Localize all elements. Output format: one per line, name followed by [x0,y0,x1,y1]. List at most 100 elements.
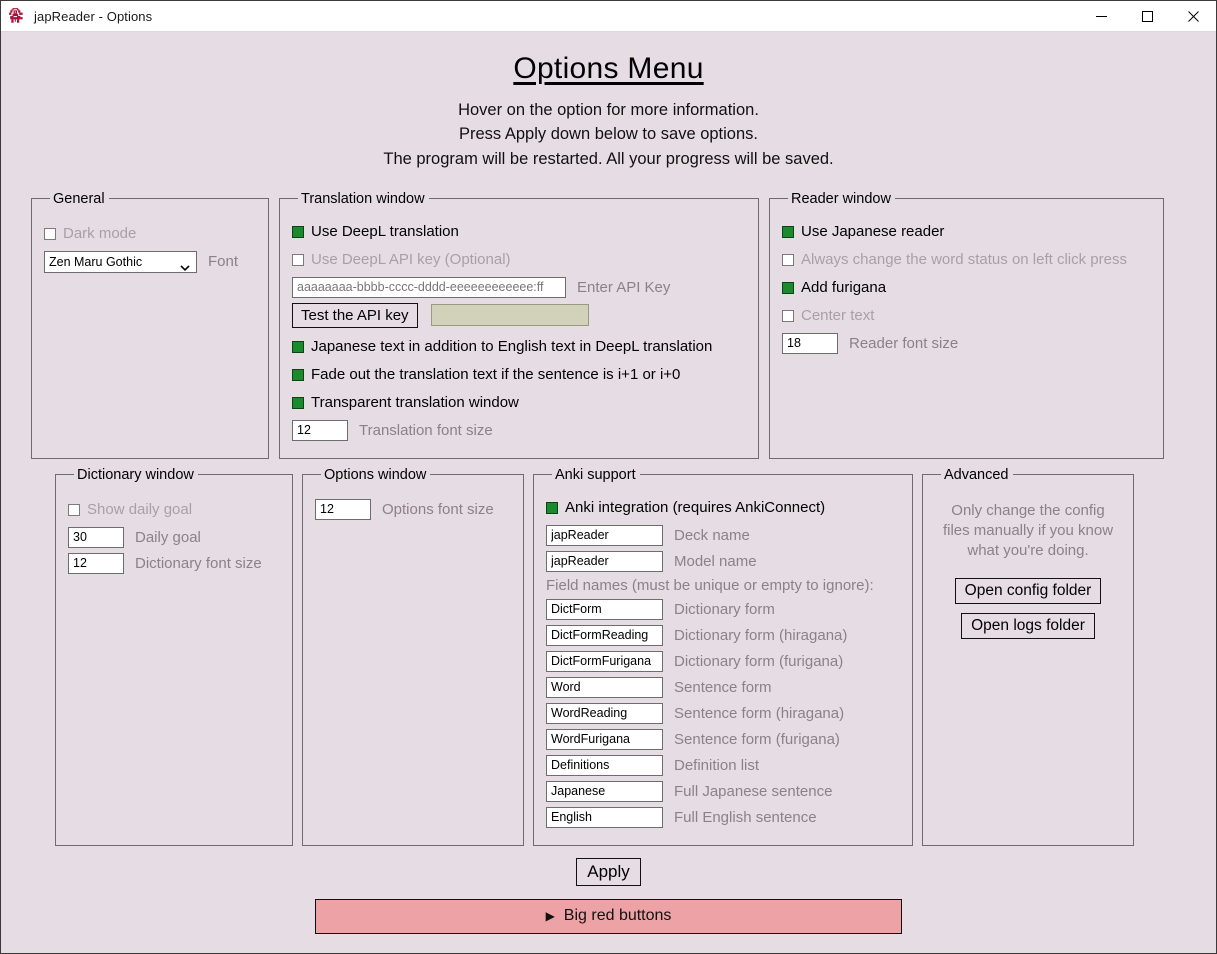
triangle-right-icon: ▶ [545,909,555,924]
field-row-api-key: Enter API Key [292,276,746,298]
checkbox-row-dark-mode[interactable]: Dark mode [44,223,256,245]
window-title: japReader - Options [34,8,153,24]
transparent-label: Transparent translation window [311,394,519,412]
model-name-input[interactable] [546,550,663,572]
center-text-checkbox[interactable] [782,309,794,322]
add-furigana-checkbox[interactable] [782,281,794,294]
add-furigana-label: Add furigana [801,279,887,297]
use-japanese-reader-label: Use Japanese reader [801,223,945,241]
fade-out-label: Fade out the translation text if the sen… [311,366,681,384]
options-window: japReader - Options Options Menu Hover o… [0,0,1217,954]
api-key-label: Enter API Key [577,278,671,296]
transparent-checkbox[interactable] [292,396,304,409]
anki-field-label-dictionary-form-furigana: Dictionary form (furigana) [674,652,844,670]
dictionary-font-size-label: Dictionary font size [135,554,262,572]
anki-field-input-dictionary-form[interactable] [546,598,663,620]
close-icon[interactable] [1170,1,1216,32]
options-content: Options Menu Hover on the option for mor… [1,32,1216,953]
panel-dictionary-window: Dictionary window Show daily goal Daily … [55,466,293,846]
japanese-text-checkbox[interactable] [292,340,304,353]
options-font-size-input[interactable] [315,498,371,520]
checkbox-row-anki-integration[interactable]: Anki integration (requires AnkiConnect) [546,497,900,519]
checkbox-row-add-furigana[interactable]: Add furigana [782,277,1151,299]
model-name-label: Model name [674,552,757,570]
checkbox-row-japanese-text[interactable]: Japanese text in addition to English tex… [292,336,746,358]
maximize-icon[interactable] [1124,1,1170,32]
field-row-anki-8: Full English sentence [546,806,900,828]
checkbox-row-show-daily-goal[interactable]: Show daily goal [68,499,280,521]
field-row-daily-goal: Daily goal [68,526,280,548]
anki-field-input-full-english-sentence[interactable] [546,806,663,828]
anki-field-label-definition-list: Definition list [674,756,760,774]
panel-options-window-legend: Options window [324,466,427,483]
font-label: Font [208,253,239,271]
anki-field-input-sentence-form-hiragana[interactable] [546,702,663,724]
api-key-input[interactable] [292,276,566,298]
checkbox-row-transparent[interactable]: Transparent translation window [292,392,746,414]
minimize-icon[interactable] [1078,1,1124,32]
translation-font-size-label: Translation font size [359,421,493,439]
advanced-buttons: Open config folder Open logs folder [935,577,1121,639]
always-change-status-checkbox[interactable] [782,253,794,266]
advanced-note: Only change the config files manually if… [942,501,1114,560]
title-bar: japReader - Options [1,1,1216,32]
anki-field-input-definition-list[interactable] [546,754,663,776]
checkbox-row-always-change-status[interactable]: Always change the word status on left cl… [782,249,1151,271]
checkbox-row-use-api-key[interactable]: Use DeepL API key (Optional) [292,249,746,271]
deck-name-input[interactable] [546,524,663,546]
dark-mode-label: Dark mode [63,225,137,243]
big-red-buttons-toggle[interactable]: ▶ Big red buttons [315,898,902,934]
panel-reader-window: Reader window Use Japanese reader Always… [769,190,1164,459]
subtitle-line-1: Hover on the option for more information… [458,101,759,119]
anki-field-label-dictionary-form: Dictionary form [674,600,775,618]
title-bar-left: japReader - Options [1,7,1078,25]
apply-button[interactable]: Apply [576,857,641,886]
anki-field-input-dictionary-form-furigana[interactable] [546,650,663,672]
dictionary-font-size-input[interactable] [68,552,124,574]
open-config-folder-button[interactable]: Open config folder [954,577,1102,604]
checkbox-row-center-text[interactable]: Center text [782,305,1151,327]
test-api-key-button[interactable]: Test the API key [292,302,418,328]
field-row-anki-5: Sentence form (furigana) [546,728,900,750]
panel-advanced: Advanced Only change the config files ma… [922,466,1134,846]
open-logs-folder-button[interactable]: Open logs folder [961,612,1095,639]
panel-translation-legend: Translation window [301,190,425,207]
dark-mode-checkbox[interactable] [44,227,56,240]
translation-font-size-input[interactable] [292,419,348,441]
show-daily-goal-label: Show daily goal [87,501,193,519]
anki-field-label-sentence-form-hiragana: Sentence form (hiragana) [674,704,845,722]
anki-integration-label: Anki integration (requires AnkiConnect) [565,499,826,517]
anki-field-label-sentence-form: Sentence form [674,678,772,696]
checkbox-row-use-japanese-reader[interactable]: Use Japanese reader [782,221,1151,243]
anki-field-input-full-japanese-sentence[interactable] [546,780,663,802]
font-select[interactable]: Zen Maru Gothic [44,250,197,273]
panel-anki-legend: Anki support [555,466,636,483]
fade-out-checkbox[interactable] [292,368,304,381]
big-red-buttons-row: ▶ Big red buttons [15,898,1202,934]
checkbox-row-use-deepl[interactable]: Use DeepL translation [292,221,746,243]
apply-row: Apply [15,857,1202,886]
anki-field-input-sentence-form[interactable] [546,676,663,698]
show-daily-goal-checkbox[interactable] [68,503,80,516]
panel-anki-support: Anki support Anki integration (requires … [533,466,913,846]
big-red-buttons-label: Big red buttons [563,907,672,925]
font-select-wrapper[interactable]: Zen Maru Gothic [44,250,197,273]
field-row-anki-3: Sentence form [546,676,900,698]
anki-field-input-dictionary-form-hiragana[interactable] [546,624,663,646]
use-japanese-reader-checkbox[interactable] [782,225,794,238]
app-icon [8,7,26,25]
anki-field-input-sentence-form-furigana[interactable] [546,728,663,750]
window-controls [1078,1,1216,32]
anki-integration-checkbox[interactable] [546,501,558,514]
field-row-options-font-size: Options font size [315,498,511,520]
options-font-size-label: Options font size [382,500,494,518]
use-deepl-checkbox[interactable] [292,225,304,238]
use-api-key-checkbox[interactable] [292,253,304,266]
field-row-anki-6: Definition list [546,754,900,776]
anki-field-label-dictionary-form-hiragana: Dictionary form (hiragana) [674,626,848,644]
checkbox-row-fade-out[interactable]: Fade out the translation text if the sen… [292,364,746,386]
panel-row-bottom: Dictionary window Show daily goal Daily … [15,466,1202,846]
reader-font-size-input[interactable] [782,332,838,354]
panel-general-legend: General [53,190,105,207]
daily-goal-input[interactable] [68,526,124,548]
